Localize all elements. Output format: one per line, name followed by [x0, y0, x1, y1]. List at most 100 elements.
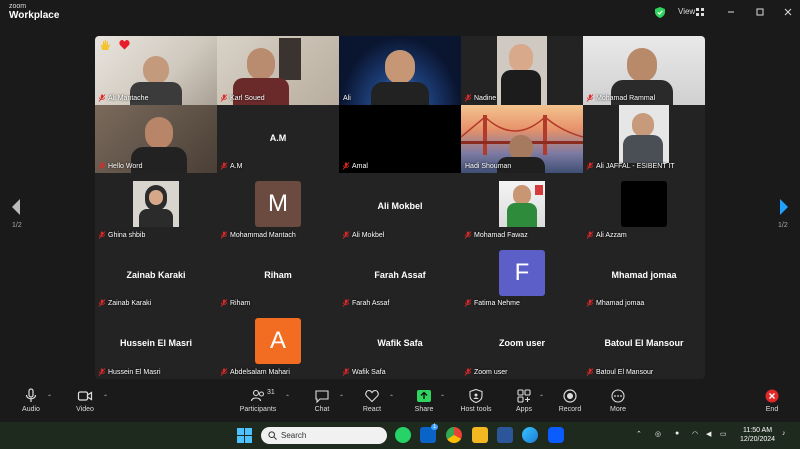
participant-tile[interactable]: Ali Azzam	[583, 173, 705, 242]
participants-count: 31	[267, 389, 275, 396]
chrome-icon[interactable]	[446, 427, 462, 443]
share-button[interactable]: Share	[412, 388, 436, 413]
brand-small: zoom	[9, 3, 27, 10]
react-button[interactable]: React	[360, 388, 384, 413]
prev-page-icon[interactable]	[10, 198, 22, 216]
end-label: End	[765, 406, 779, 413]
audio-button[interactable]: Audio	[18, 388, 44, 413]
profile-photo	[621, 181, 667, 228]
participant-tile[interactable]: A Abdelsalam Mahari	[217, 310, 339, 379]
participant-tile[interactable]: Farah Assaf Farah Assaf	[339, 241, 461, 311]
participant-tile[interactable]: A.M A.M	[217, 104, 339, 174]
chat-options-caret[interactable]: ⌃	[339, 394, 344, 401]
tray-app-icon[interactable]: ◎	[655, 430, 661, 438]
participant-tile[interactable]: Ali Mokbel Ali Mokbel	[339, 173, 461, 242]
minimize-icon[interactable]	[725, 6, 737, 18]
zoom-logo: zoom Workplace	[9, 3, 59, 21]
tray-chevron-icon[interactable]: ⌃	[636, 430, 642, 438]
muted-mic-icon	[342, 230, 350, 239]
host-tools-shield-icon	[469, 388, 483, 404]
tray-mic-icon[interactable]: ●	[675, 430, 679, 437]
video-button[interactable]: Video	[72, 388, 98, 413]
participant-tile[interactable]: Batoul El Mansour Batoul El Mansour	[583, 310, 705, 379]
react-heart-icon	[365, 389, 379, 403]
participant-tile[interactable]: Karl Soued	[217, 36, 339, 105]
participant-tile[interactable]: Amal	[339, 104, 461, 174]
participant-display-name: Ali Mokbel	[377, 201, 423, 212]
participant-name: Ali Azzam	[596, 231, 627, 239]
participant-tile[interactable]: Hussein El Masri Hussein El Masri	[95, 310, 217, 379]
participant-name: Farah Assaf	[352, 300, 390, 308]
participant-tile[interactable]: Wafik Safa Wafik Safa	[339, 310, 461, 379]
muted-mic-icon	[98, 93, 106, 102]
person-face	[149, 190, 163, 206]
participant-display-name: Batoul El Mansour	[604, 338, 684, 349]
participant-name: Mohamad Rammal	[596, 94, 656, 102]
edge-icon[interactable]	[522, 427, 538, 443]
view-button[interactable]: View	[678, 7, 695, 16]
muted-mic-icon	[464, 299, 472, 308]
participant-name: A.M	[230, 163, 243, 171]
participant-tile[interactable]: Ali Mantache	[95, 36, 217, 105]
share-options-caret[interactable]: ⌃	[440, 394, 445, 401]
participant-name: Amal	[352, 163, 368, 171]
record-button[interactable]: Record	[557, 388, 583, 413]
participants-options-caret[interactable]: ⌃	[285, 394, 290, 401]
participant-tile[interactable]: Zoom user Zoom user	[461, 310, 583, 379]
record-label: Record	[558, 406, 582, 413]
end-meeting-button[interactable]: End	[760, 388, 784, 413]
wifi-icon[interactable]: ◠	[692, 430, 698, 438]
file-explorer-icon[interactable]	[472, 427, 488, 443]
avatar: A	[255, 318, 301, 365]
audio-options-caret[interactable]: ⌃	[47, 394, 52, 401]
participant-tile-active[interactable]: Ali	[339, 36, 461, 105]
participant-tile[interactable]: F Fatima Nehme	[461, 241, 583, 311]
muted-mic-icon	[342, 368, 350, 376]
participant-tile[interactable]: Hello Word	[95, 104, 217, 174]
zoom-taskbar-icon[interactable]	[548, 427, 564, 443]
participant-tile[interactable]: Mohamad Rammal	[583, 36, 705, 105]
close-icon[interactable]	[782, 6, 794, 18]
participants-label: Participants	[239, 406, 277, 413]
windows-start-icon[interactable]	[237, 428, 252, 443]
participant-name: Zoom user	[474, 368, 508, 376]
person-head	[627, 48, 657, 82]
participant-tile[interactable]: Mhamad jomaa Mhamad jomaa	[583, 241, 705, 311]
apps-button[interactable]: Apps	[512, 388, 536, 413]
apps-options-caret[interactable]: ⌃	[539, 394, 544, 401]
whatsapp-icon[interactable]	[395, 427, 411, 443]
participant-tile[interactable]: Zainab Karaki Zainab Karaki	[95, 241, 217, 311]
clock-time: 11:50 AM	[742, 427, 773, 434]
participant-tile[interactable]: Nadine	[461, 36, 583, 105]
word-icon[interactable]	[497, 427, 513, 443]
participant-tile[interactable]: Ali JAFFAL - ESIBENT IT	[583, 104, 705, 174]
participant-tile[interactable]: Hadi Shouman	[461, 104, 583, 174]
participant-tile[interactable]: M Mohammad Mantach	[217, 173, 339, 242]
more-button[interactable]: More	[606, 388, 630, 413]
system-clock[interactable]: 11:50 AM 12/20/2024	[740, 426, 775, 444]
participant-tile[interactable]: Mohamad Fawaz	[461, 173, 583, 242]
flag-decor	[535, 185, 543, 196]
chat-button[interactable]: Chat	[310, 388, 334, 413]
host-tools-button[interactable]: Host tools	[458, 388, 494, 413]
grid-view-icon[interactable]	[696, 8, 704, 16]
next-page-icon[interactable]	[778, 198, 790, 216]
participant-display-name: Zoom user	[498, 338, 545, 349]
react-label: React	[362, 406, 382, 413]
background-decor	[279, 38, 301, 80]
volume-icon[interactable]: ◀	[706, 430, 711, 438]
participant-name: Riham	[230, 300, 251, 308]
participant-name: Karl Soued	[230, 94, 265, 102]
participant-display-name: Mhamad jomaa	[611, 269, 677, 280]
participant-tile[interactable]: Riham Riham	[217, 241, 339, 311]
participant-name: Ali Mokbel	[352, 231, 385, 239]
shield-icon[interactable]	[655, 7, 665, 18]
participant-tile[interactable]: Ghina shbib	[95, 173, 217, 242]
maximize-icon[interactable]	[754, 6, 766, 18]
taskbar-search[interactable]: Search	[261, 427, 387, 444]
react-options-caret[interactable]: ⌃	[389, 394, 394, 401]
battery-icon[interactable]: ▭	[720, 430, 727, 438]
video-options-caret[interactable]: ⌃	[103, 394, 108, 401]
notifications-bell-icon[interactable]: ♪	[782, 430, 786, 437]
participant-name: Mohammad Mantach	[230, 231, 296, 239]
